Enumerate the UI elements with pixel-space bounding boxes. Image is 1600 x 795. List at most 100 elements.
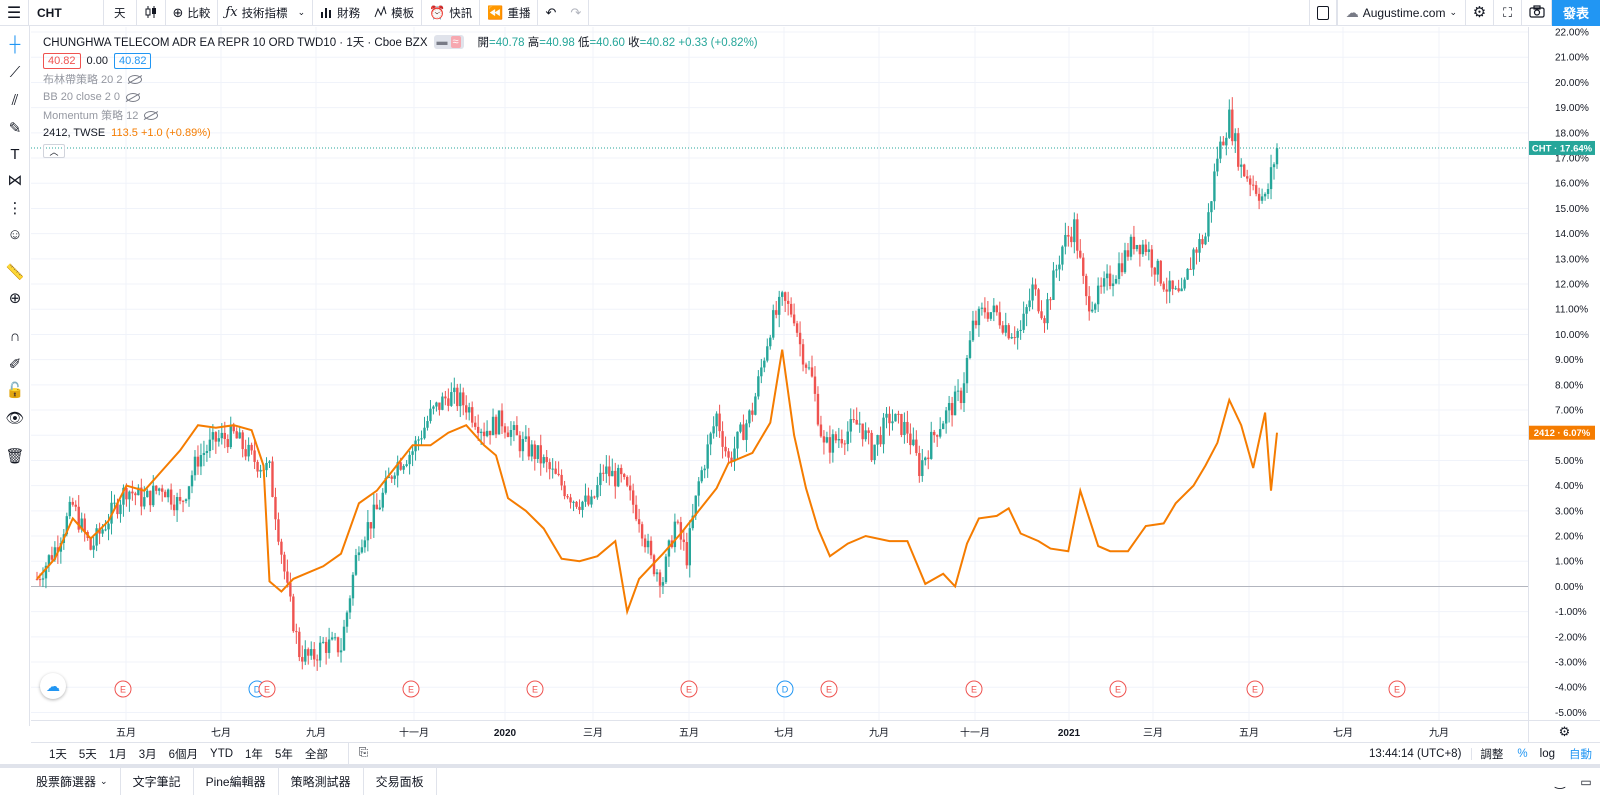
candle-body [178,497,182,501]
candle-body [223,432,226,440]
hidden-eye-icon[interactable] [144,110,159,120]
tab-trading-panel[interactable]: 交易面板 [364,768,437,795]
templates-button[interactable]: 模板 [367,0,423,26]
fib-tool[interactable]: ⫽ [0,88,30,112]
price-scale[interactable]: 22.00% 21.00% 20.00% 19.00% 18.00% 17.00% 16.0… [1528,27,1600,720]
candle-body [208,439,212,452]
candle-body [512,425,516,431]
candle-body [1067,234,1070,237]
candle-body [128,491,131,500]
remove-drawings-tool[interactable]: 🗑 [0,444,30,468]
indicator-row-1[interactable]: 布林帶策略 20 2 [43,70,758,88]
dividend-marker[interactable]: D [776,680,794,698]
earnings-marker[interactable]: E [680,680,698,698]
alerts-button[interactable]: ⏰ 快訊 [422,0,481,26]
replay-button[interactable]: ⏪ 重播 [480,0,539,26]
scale-settings-button[interactable]: ⚙ [1528,720,1600,742]
zoom-tool[interactable]: ⊕ [0,286,30,310]
range-5d[interactable]: 5天 [73,743,103,765]
layout-name-dropdown[interactable]: ☁ Augustime.com ⌄ [1336,0,1466,26]
indicators-button[interactable]: ƒx 技術指標 ⌄ [218,0,314,26]
redo-button[interactable]: ↷ [563,0,590,26]
pattern-tool[interactable]: ⋈ [0,168,30,192]
symbol-search-button[interactable]: CHT [28,0,104,26]
hidden-eye-icon[interactable] [128,74,143,84]
settings-button[interactable]: ⚙ [1466,0,1494,26]
undo-button[interactable]: ↶ [538,0,563,26]
compare-button[interactable]: ⊕ 比較 [166,0,219,26]
indicator-row-3[interactable]: Momentum 策略 12 [43,106,758,124]
magnet-tool[interactable]: ∩ [0,324,30,348]
maximize-panel-button[interactable]: ▭ [1572,775,1600,789]
crosshair-tool[interactable]: ┼ [0,32,30,56]
candle-body [658,572,662,586]
range-1d[interactable]: 1天 [43,743,73,765]
earnings-marker[interactable]: E [402,680,420,698]
tab-text-notes[interactable]: 文字筆記 [121,768,194,795]
lock-all-tool[interactable]: 🔓 [0,378,30,402]
earnings-marker[interactable]: E [526,680,544,698]
indicator-row-2[interactable]: BB 20 close 2 0 [43,88,758,106]
range-1y[interactable]: 1年 [239,743,269,765]
earnings-marker[interactable]: E [1246,680,1264,698]
goto-date-button[interactable]: ⎘ [347,742,368,765]
lock-drawing-tool[interactable]: ✐ [0,352,30,376]
candlestick-icon [144,5,158,21]
earnings-marker[interactable]: E [820,680,838,698]
tab-pine-editor[interactable]: Pine編輯器 [194,768,279,795]
earnings-marker[interactable]: E [258,680,276,698]
tradingview-logo[interactable]: ☁ [40,673,66,699]
fullscreen-button[interactable]: ⛶ [1494,0,1522,26]
minimize-panel-button[interactable]: ‿ [1548,775,1572,789]
candle-body [1001,325,1004,333]
symbol-title[interactable]: CHUNGHWA TELECOM ADR EA REPR 10 ORD TWD1… [43,34,428,50]
auto-toggle[interactable]: 自動 [1561,746,1600,762]
text-tool[interactable]: T [0,142,30,166]
earnings-marker[interactable]: E [114,680,132,698]
earnings-marker[interactable]: E [1109,680,1127,698]
brush-tool[interactable]: ✎ [0,116,30,140]
collapse-legend-button[interactable]: ︿ [43,144,65,158]
range-all[interactable]: 全部 [299,743,334,765]
publish-button[interactable]: 發表 [1552,0,1600,26]
buy-price-box[interactable]: 40.82 [113,53,152,69]
clock-timezone[interactable]: 13:44:14 (UTC+8) [1359,747,1473,760]
range-3m[interactable]: 3月 [133,743,163,765]
snapshot-button[interactable] [1522,0,1552,26]
candle-body [333,637,337,639]
hidden-eye-icon[interactable] [126,92,141,102]
adjust-toggle[interactable]: 調整 [1472,746,1511,762]
sell-price-box[interactable]: 40.82 [43,53,81,69]
candle-body [1275,148,1279,165]
tab-screener[interactable]: 股票篩選器 ⌄ [0,768,121,795]
range-ytd[interactable]: YTD [204,743,239,765]
range-1m[interactable]: 1月 [103,743,133,765]
interval-button[interactable]: 天 [104,0,137,26]
candle-body [1096,285,1100,305]
time-scale[interactable]: 五月 七月 九月 十一月 2020 三月 五月 七月 九月 十一月 2021 三月 五月 七月 九月 [31,720,1528,742]
measure-tool[interactable]: 📏 [0,260,30,284]
camera-icon [1528,5,1545,20]
hide-drawings-tool[interactable]: 👁 [0,406,30,430]
chart-style-button[interactable] [137,0,166,26]
event-label: E [826,685,832,695]
earnings-marker[interactable]: E [965,680,983,698]
cloud-logo-icon: ☁ [46,677,60,694]
earnings-marker[interactable]: E [1388,680,1406,698]
prediction-tool[interactable]: ⋮ [0,196,30,220]
trendline-tool[interactable]: ⟋ [0,60,30,84]
financials-button[interactable]: 財務 [313,0,367,26]
log-toggle[interactable]: log [1534,748,1561,760]
indicator-label: Momentum 策略 12 [43,110,139,122]
date-range-bar: 1天 5天 1月 3月 6個月 YTD 1年 5年 全部 ⎘ 13:44:14 … [31,742,1600,765]
range-6m[interactable]: 6個月 [163,743,204,765]
tab-strategy-tester[interactable]: 策略測試器 [279,768,364,795]
main-menu-button[interactable]: ☰ [0,0,28,26]
range-5y[interactable]: 5年 [269,743,299,765]
candle-body [775,310,778,315]
compare-row[interactable]: 2412, TWSE 113.5 +1.0 (+0.89%) [43,124,758,142]
layout-button[interactable] [1308,0,1337,26]
percent-toggle[interactable]: % [1511,748,1533,760]
status-pill[interactable]: ▬ ≈ [433,35,464,49]
icons-tool[interactable]: ☺ [0,222,30,246]
